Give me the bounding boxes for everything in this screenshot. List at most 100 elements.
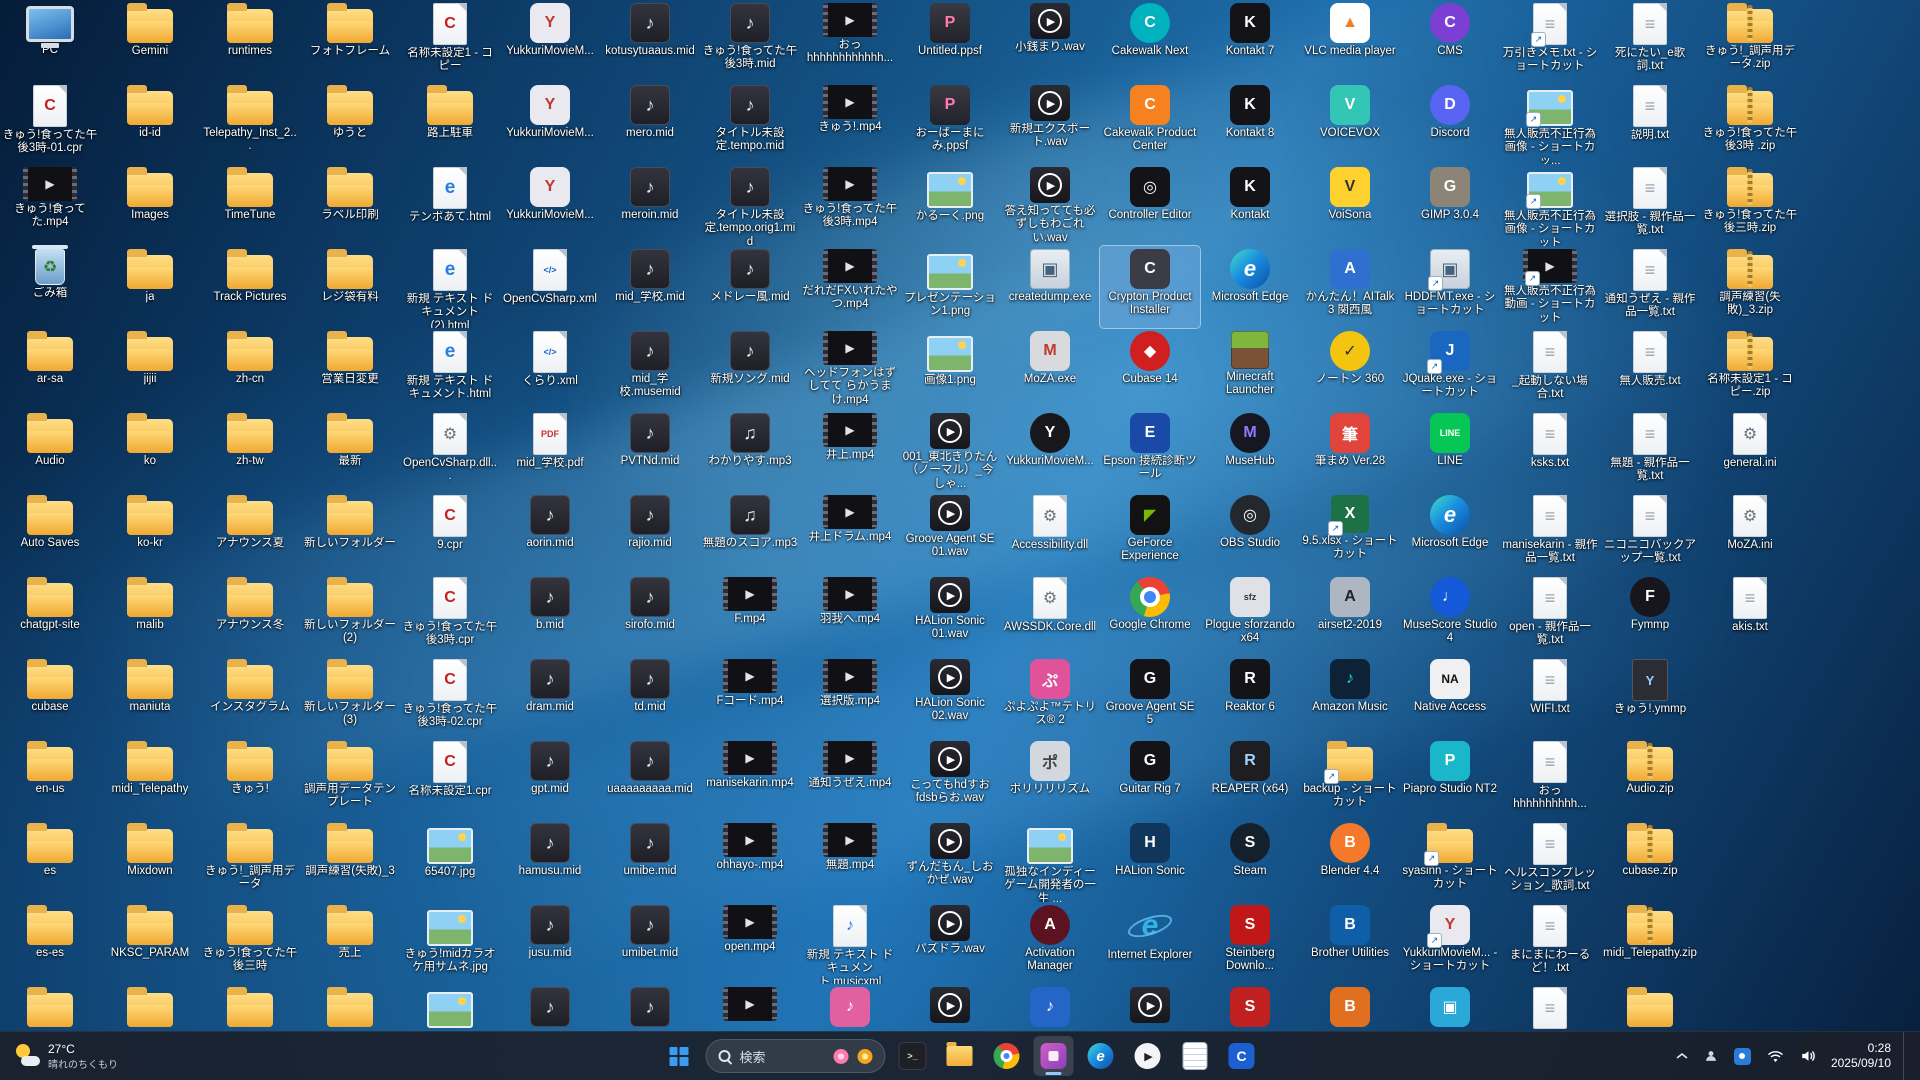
desktop-icon[interactable]: ▶ HALion Sonic 02.wav <box>900 656 1000 738</box>
desktop-icon[interactable]: C Crypton Product Installer <box>1099 245 1201 329</box>
desktop-icon[interactable]: ar-sa <box>0 328 100 410</box>
desktop-icon[interactable]: ◎ OBS Studio <box>1200 492 1300 574</box>
desktop-icon[interactable]: Audio.zip <box>1600 738 1700 820</box>
desktop-icon[interactable]: Y きゅう!.ymmp <box>1600 656 1700 738</box>
desktop-icon[interactable]: ≡ ニコニコバックアップ一覧.txt <box>1600 492 1700 574</box>
desktop-icon[interactable]: C 名称未設定1.cpr <box>400 738 500 820</box>
desktop-icon[interactable]: ⚙ OpenCvSharp.dll... <box>400 410 500 492</box>
clock[interactable]: 0:28 2025/09/10 <box>1831 1041 1891 1071</box>
desktop-icon[interactable]: ▶ 井上ドラム.mp4 <box>800 492 900 574</box>
desktop-icon[interactable]: cubase.zip <box>1600 820 1700 902</box>
desktop-icon[interactable]: Y ↗ YukkuriMovieM... - ショートカット <box>1400 902 1500 984</box>
desktop-icon[interactable]: ◆ Cubase 14 <box>1100 328 1200 410</box>
desktop-icon[interactable]: 新しいフォルダー (2) <box>300 574 400 656</box>
desktop-icon[interactable]: フォトフレーム <box>300 0 400 82</box>
desktop-icon[interactable]: アナウンス夏 <box>200 492 300 574</box>
desktop-icon[interactable]: D Discord <box>1400 82 1500 164</box>
desktop-icon[interactable]: ▶ こってもhdすおfdsbらお.wav <box>900 738 1000 820</box>
desktop-icon[interactable]: ↗ backup - ショートカット <box>1300 738 1400 820</box>
desktop-icon[interactable]: S Steam <box>1200 820 1300 902</box>
desktop-icon[interactable]: ♪ sirofo.mid <box>600 574 700 656</box>
desktop-icon[interactable]: ≡ manisekarin - 親作品一覧.txt <box>1500 492 1600 574</box>
desktop-icon[interactable]: ✓ ノートン 360 <box>1300 328 1400 410</box>
desktop-icon[interactable]: midi_Telepathy <box>100 738 200 820</box>
desktop-icon[interactable]: G Guitar Rig 7 <box>1100 738 1200 820</box>
desktop-icon[interactable]: ≡ open - 親作品一覧.txt <box>1500 574 1600 656</box>
desktop-icon[interactable]: A Activation Manager <box>1000 902 1100 984</box>
media-player-taskbar-button[interactable]: ▶ <box>1128 1036 1168 1076</box>
desktop-icon[interactable]: C きゅう!食ってた午後3時-01.cpr <box>0 82 100 164</box>
desktop-icon[interactable]: P おーばーまにみ.ppsf <box>900 82 1000 164</box>
desktop-icon[interactable]: ♪ meroin.mid <box>600 164 700 246</box>
desktop-icon[interactable]: Auto Saves <box>0 492 100 574</box>
desktop-icon[interactable]: Gemini <box>100 0 200 82</box>
desktop-icon[interactable]: Minecraft Launcher <box>1200 328 1300 410</box>
desktop-icon[interactable]: ▶ きゅう!食ってた.mp4 <box>0 164 100 246</box>
desktop-icon[interactable]: midi_Telepathy.zip <box>1600 902 1700 984</box>
desktop-icon[interactable]: K Kontakt <box>1200 164 1300 246</box>
desktop-icon[interactable]: NA Native Access <box>1400 656 1500 738</box>
desktop-icon[interactable]: きゅう!食ってた午後3時 .zip <box>1700 82 1800 164</box>
desktop-icon[interactable]: 最新 <box>300 410 400 492</box>
desktop-icon[interactable]: 調声練習(失敗)_3.zip <box>1700 246 1800 328</box>
desktop-icon[interactable]: P Untitled.ppsf <box>900 0 1000 82</box>
desktop-icon[interactable]: Y YukkuriMovieM... <box>1000 410 1100 492</box>
desktop-icon[interactable]: malib <box>100 574 200 656</box>
desktop-icon[interactable]: ≡ ksks.txt <box>1500 410 1600 492</box>
show-desktop-button[interactable] <box>1903 1032 1910 1080</box>
desktop-icon[interactable]: ▶ きゅう!.mp4 <box>800 82 900 164</box>
desktop-icon[interactable]: zh-cn <box>200 328 300 410</box>
desktop-icon[interactable]: インスタグラム <box>200 656 300 738</box>
people-tray-icon[interactable] <box>1702 1040 1720 1072</box>
desktop-icon[interactable]: ♪ dram.mid <box>500 656 600 738</box>
desktop-icon[interactable]: ♪ きゅう!食ってた午後3時.mid <box>700 0 800 82</box>
desktop-icon[interactable]: ▶ 答え知ってても必ずしもわごれい.wav <box>1000 164 1100 246</box>
desktop-icon[interactable]: Mixdown <box>100 820 200 902</box>
desktop-icon[interactable]: B Blender 4.4 <box>1300 820 1400 902</box>
desktop-icon[interactable]: ▶ manisekarin.mp4 <box>700 738 800 820</box>
desktop-icon[interactable]: ♪ mid_学校.mid <box>600 246 700 328</box>
search-box[interactable]: 検索 <box>705 1039 886 1073</box>
desktop-icon[interactable]: ▶ きゅう!食ってた午後3時.mp4 <box>800 164 900 246</box>
code-app-taskbar-button[interactable]: C <box>1222 1036 1262 1076</box>
chrome-taskbar-button[interactable] <box>987 1036 1027 1076</box>
desktop-icon[interactable]: PC <box>0 0 100 82</box>
desktop-icon[interactable]: ≡ 無人販売.txt <box>1600 328 1700 410</box>
desktop-icon[interactable]: C CMS <box>1400 0 1500 82</box>
hidden-icons-chevron[interactable] <box>1674 1040 1690 1072</box>
tray-app-icon[interactable] <box>1732 1040 1753 1072</box>
desktop-icon[interactable]: e Microsoft Edge <box>1200 246 1300 328</box>
desktop-icon[interactable]: Aairset2-2019 <box>1300 574 1400 656</box>
desktop-icon[interactable]: ▶ open.mp4 <box>700 902 800 984</box>
desktop-icon[interactable]: ▶ 新規エクスポート.wav <box>1000 82 1100 164</box>
desktop-icon[interactable]: 名称未設定1 - コピー.zip <box>1700 328 1800 410</box>
desktop-icon[interactable]: ▣ ↗ HDDFMT.exe - ショートカット <box>1400 246 1500 328</box>
desktop-icon[interactable]: C Cakewalk Next <box>1100 0 1200 82</box>
desktop-icon[interactable]: ♪ mid_学校.musemid <box>600 328 700 410</box>
desktop-icon[interactable]: ko-kr <box>100 492 200 574</box>
desktop-icon[interactable]: R REAPER (x64) <box>1200 738 1300 820</box>
desktop-icon[interactable]: ♪ aorin.mid <box>500 492 600 574</box>
desktop-icon[interactable]: e テンポあて.html <box>400 164 500 246</box>
desktop-icon[interactable]: id-id <box>100 82 200 164</box>
desktop-icon[interactable]: runtimes <box>200 0 300 82</box>
desktop-icon[interactable]: ♪ メドレー風.mid <box>700 246 800 328</box>
desktop-icon[interactable]: B Brother Utilities <box>1300 902 1400 984</box>
desktop-icon[interactable]: ≡ 死にたい_e歌詞.txt <box>1600 0 1700 82</box>
desktop-icon[interactable]: ♪ td.mid <box>600 656 700 738</box>
desktop-icon[interactable]: H HALion Sonic <box>1100 820 1200 902</box>
desktop-icon[interactable]: きゅう!食ってた午後三時 <box>200 902 300 984</box>
desktop-icon[interactable]: ≡ 説明.txt <box>1600 82 1700 164</box>
desktop-icon[interactable]: Y YukkuriMovieM... <box>500 164 600 246</box>
desktop-icon[interactable]: Audio <box>0 410 100 492</box>
desktop-icon[interactable]: ▶ おっhhhhhhhhhhhh... <box>800 0 900 82</box>
desktop-icon[interactable]: J ↗ JQuake.exe - ショートカット <box>1400 328 1500 410</box>
desktop-icon[interactable]: M MoZA.exe <box>1000 328 1100 410</box>
desktop-icon[interactable]: Google Chrome <box>1100 574 1200 656</box>
desktop-icon[interactable]: ▶ 001_東北きりたん（ノーマル）_今しゃ... <box>900 410 1000 492</box>
desktop-icon[interactable]: ▶ ohhayo-.mp4 <box>700 820 800 902</box>
desktop-icon[interactable]: ▶ ↗ 無人販売不正行為動画 - ショートカット <box>1500 246 1600 328</box>
desktop-icon[interactable]: ▶ Fコード.mp4 <box>700 656 800 738</box>
desktop-icon[interactable]: ↗ syasinn - ショートカット <box>1400 820 1500 902</box>
desktop-icon[interactable]: maniuta <box>100 656 200 738</box>
